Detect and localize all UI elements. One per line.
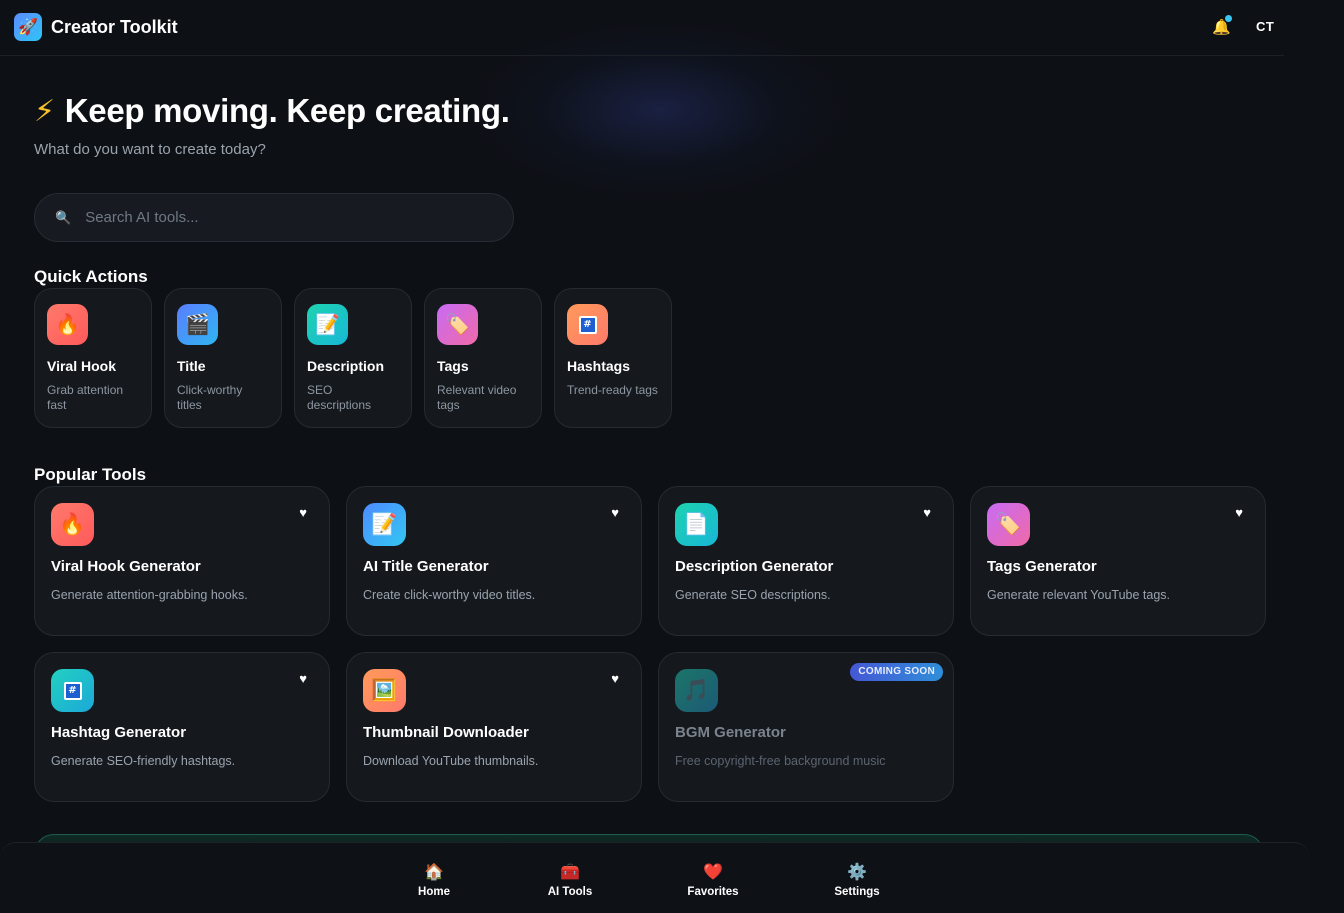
bottom-nav: 🏠 Home 🧰 AI Tools ❤️ Favorites ⚙️ Settin…: [0, 842, 1310, 913]
tool-title: AI Title Generator: [363, 558, 489, 575]
music-note-icon: 🎵: [675, 669, 718, 712]
favorite-heart-icon[interactable]: ♥: [1235, 505, 1243, 520]
nav-home[interactable]: 🏠 Home: [389, 863, 479, 898]
quick-action-viral-hook[interactable]: 🔥 Viral Hook Grab attention fast: [34, 288, 152, 428]
nav-favorites[interactable]: ❤️ Favorites: [668, 863, 758, 898]
rocket-icon: 🚀: [14, 13, 42, 41]
memo-icon: 📝: [307, 304, 348, 345]
hashtag-glyph: #: [63, 681, 82, 700]
hashtag-glyph: #: [578, 315, 597, 334]
quick-action-desc: Grab attention fast: [47, 383, 124, 412]
tool-desc: Create click-worthy video titles.: [363, 588, 536, 602]
brand-title: Creator Toolkit: [51, 16, 178, 37]
favorite-heart-icon[interactable]: ♥: [611, 505, 619, 520]
tool-card-ai-title-generator[interactable]: 📝 ♥ AI Title Generator Create click-wort…: [346, 486, 642, 636]
memo-icon: 📝: [363, 503, 406, 546]
fire-icon: 🔥: [47, 304, 88, 345]
tool-desc: Generate SEO-friendly hashtags.: [51, 754, 236, 768]
top-bar: 🚀 Creator Toolkit 🔔 CT: [0, 0, 1284, 56]
quick-action-desc: Trend-ready tags: [567, 383, 658, 397]
search-input[interactable]: [85, 209, 466, 226]
favorite-heart-icon[interactable]: ♥: [611, 671, 619, 686]
tool-desc: Download YouTube thumbnails.: [363, 754, 539, 768]
quick-actions-heading: Quick Actions: [34, 267, 148, 286]
lightning-bolt-icon: ⚡: [34, 94, 55, 128]
tool-title: Tags Generator: [987, 558, 1097, 575]
quick-action-desc: SEO descriptions: [307, 383, 372, 412]
tool-card-tags-generator[interactable]: 🏷️ ♥ Tags Generator Generate relevant Yo…: [970, 486, 1266, 636]
nav-settings[interactable]: ⚙️ Settings: [812, 863, 902, 898]
quick-action-title-card[interactable]: 🎬 Title Click-worthy titles: [164, 288, 282, 428]
page-title: ⚡ Keep moving. Keep creating.: [34, 92, 510, 130]
tool-desc: Generate attention-grabbing hooks.: [51, 588, 248, 602]
quick-action-title: Hashtags: [567, 358, 631, 374]
coming-soon-badge: COMING SOON: [850, 663, 943, 681]
hashtag-icon: #: [51, 669, 94, 712]
tool-title: BGM Generator: [675, 724, 786, 741]
tool-card-bgm-generator: 🎵 COMING SOON BGM Generator Free copyrig…: [658, 652, 954, 802]
page-title-text: Keep moving. Keep creating.: [64, 92, 510, 129]
avatar[interactable]: CT: [1256, 19, 1274, 34]
tag-icon: 🏷️: [437, 304, 478, 345]
tool-title: Viral Hook Generator: [51, 558, 201, 575]
tool-card-hashtag-generator[interactable]: # ♥ Hashtag Generator Generate SEO-frien…: [34, 652, 330, 802]
heart-icon: ❤️: [703, 864, 723, 881]
clapperboard-icon: 🎬: [177, 304, 218, 345]
quick-action-description[interactable]: 📝 Description SEO descriptions: [294, 288, 412, 428]
nav-label: Settings: [834, 886, 880, 898]
nav-label: Home: [418, 886, 450, 898]
toolbox-icon: 🧰: [560, 864, 580, 881]
tool-card-thumbnail-downloader[interactable]: 🖼️ ♥ Thumbnail Downloader Download YouTu…: [346, 652, 642, 802]
quick-action-title: Tags: [437, 358, 469, 374]
favorite-heart-icon[interactable]: ♥: [923, 505, 931, 520]
fire-icon: 🔥: [51, 503, 94, 546]
notification-dot: [1225, 15, 1232, 22]
quick-action-tags[interactable]: 🏷️ Tags Relevant video tags: [424, 288, 542, 428]
gear-icon: ⚙️: [847, 864, 867, 881]
popular-tools-heading: Popular Tools: [34, 465, 147, 484]
quick-action-title: Description: [307, 358, 385, 374]
search-bar[interactable]: 🔍: [34, 193, 514, 242]
quick-actions-row: 🔥 Viral Hook Grab attention fast 🎬 Title…: [34, 288, 672, 428]
favorite-heart-icon[interactable]: ♥: [299, 671, 307, 686]
nav-label: AI Tools: [547, 886, 593, 898]
tool-card-viral-hook-generator[interactable]: 🔥 ♥ Viral Hook Generator Generate attent…: [34, 486, 330, 636]
quick-action-hashtags[interactable]: # Hashtags Trend-ready tags: [554, 288, 672, 428]
favorite-heart-icon[interactable]: ♥: [299, 505, 307, 520]
quick-action-title: Title: [177, 358, 206, 374]
quick-action-desc: Click-worthy titles: [177, 383, 243, 412]
picture-icon: 🖼️: [363, 669, 406, 712]
tool-title: Hashtag Generator: [51, 724, 187, 741]
search-icon: 🔍: [55, 209, 72, 225]
tag-icon: 🏷️: [987, 503, 1030, 546]
tool-desc: Generate relevant YouTube tags.: [987, 588, 1171, 602]
home-icon: 🏠: [424, 864, 444, 881]
quick-action-title: Viral Hook: [47, 358, 116, 374]
tool-title: Description Generator: [675, 558, 834, 575]
tool-card-description-generator[interactable]: 📄 ♥ Description Generator Generate SEO d…: [658, 486, 954, 636]
tool-title: Thumbnail Downloader: [363, 724, 529, 741]
tool-desc: Free copyright-free background music: [675, 754, 886, 768]
document-icon: 📄: [675, 503, 718, 546]
page-subtitle: What do you want to create today?: [34, 141, 266, 158]
hashtag-icon: #: [567, 304, 608, 345]
brand[interactable]: 🚀 Creator Toolkit: [14, 13, 178, 41]
nav-label: Favorites: [687, 886, 739, 898]
quick-action-desc: Relevant video tags: [437, 383, 517, 412]
tool-desc: Generate SEO descriptions.: [675, 588, 831, 602]
nav-ai-tools[interactable]: 🧰 AI Tools: [525, 863, 615, 898]
